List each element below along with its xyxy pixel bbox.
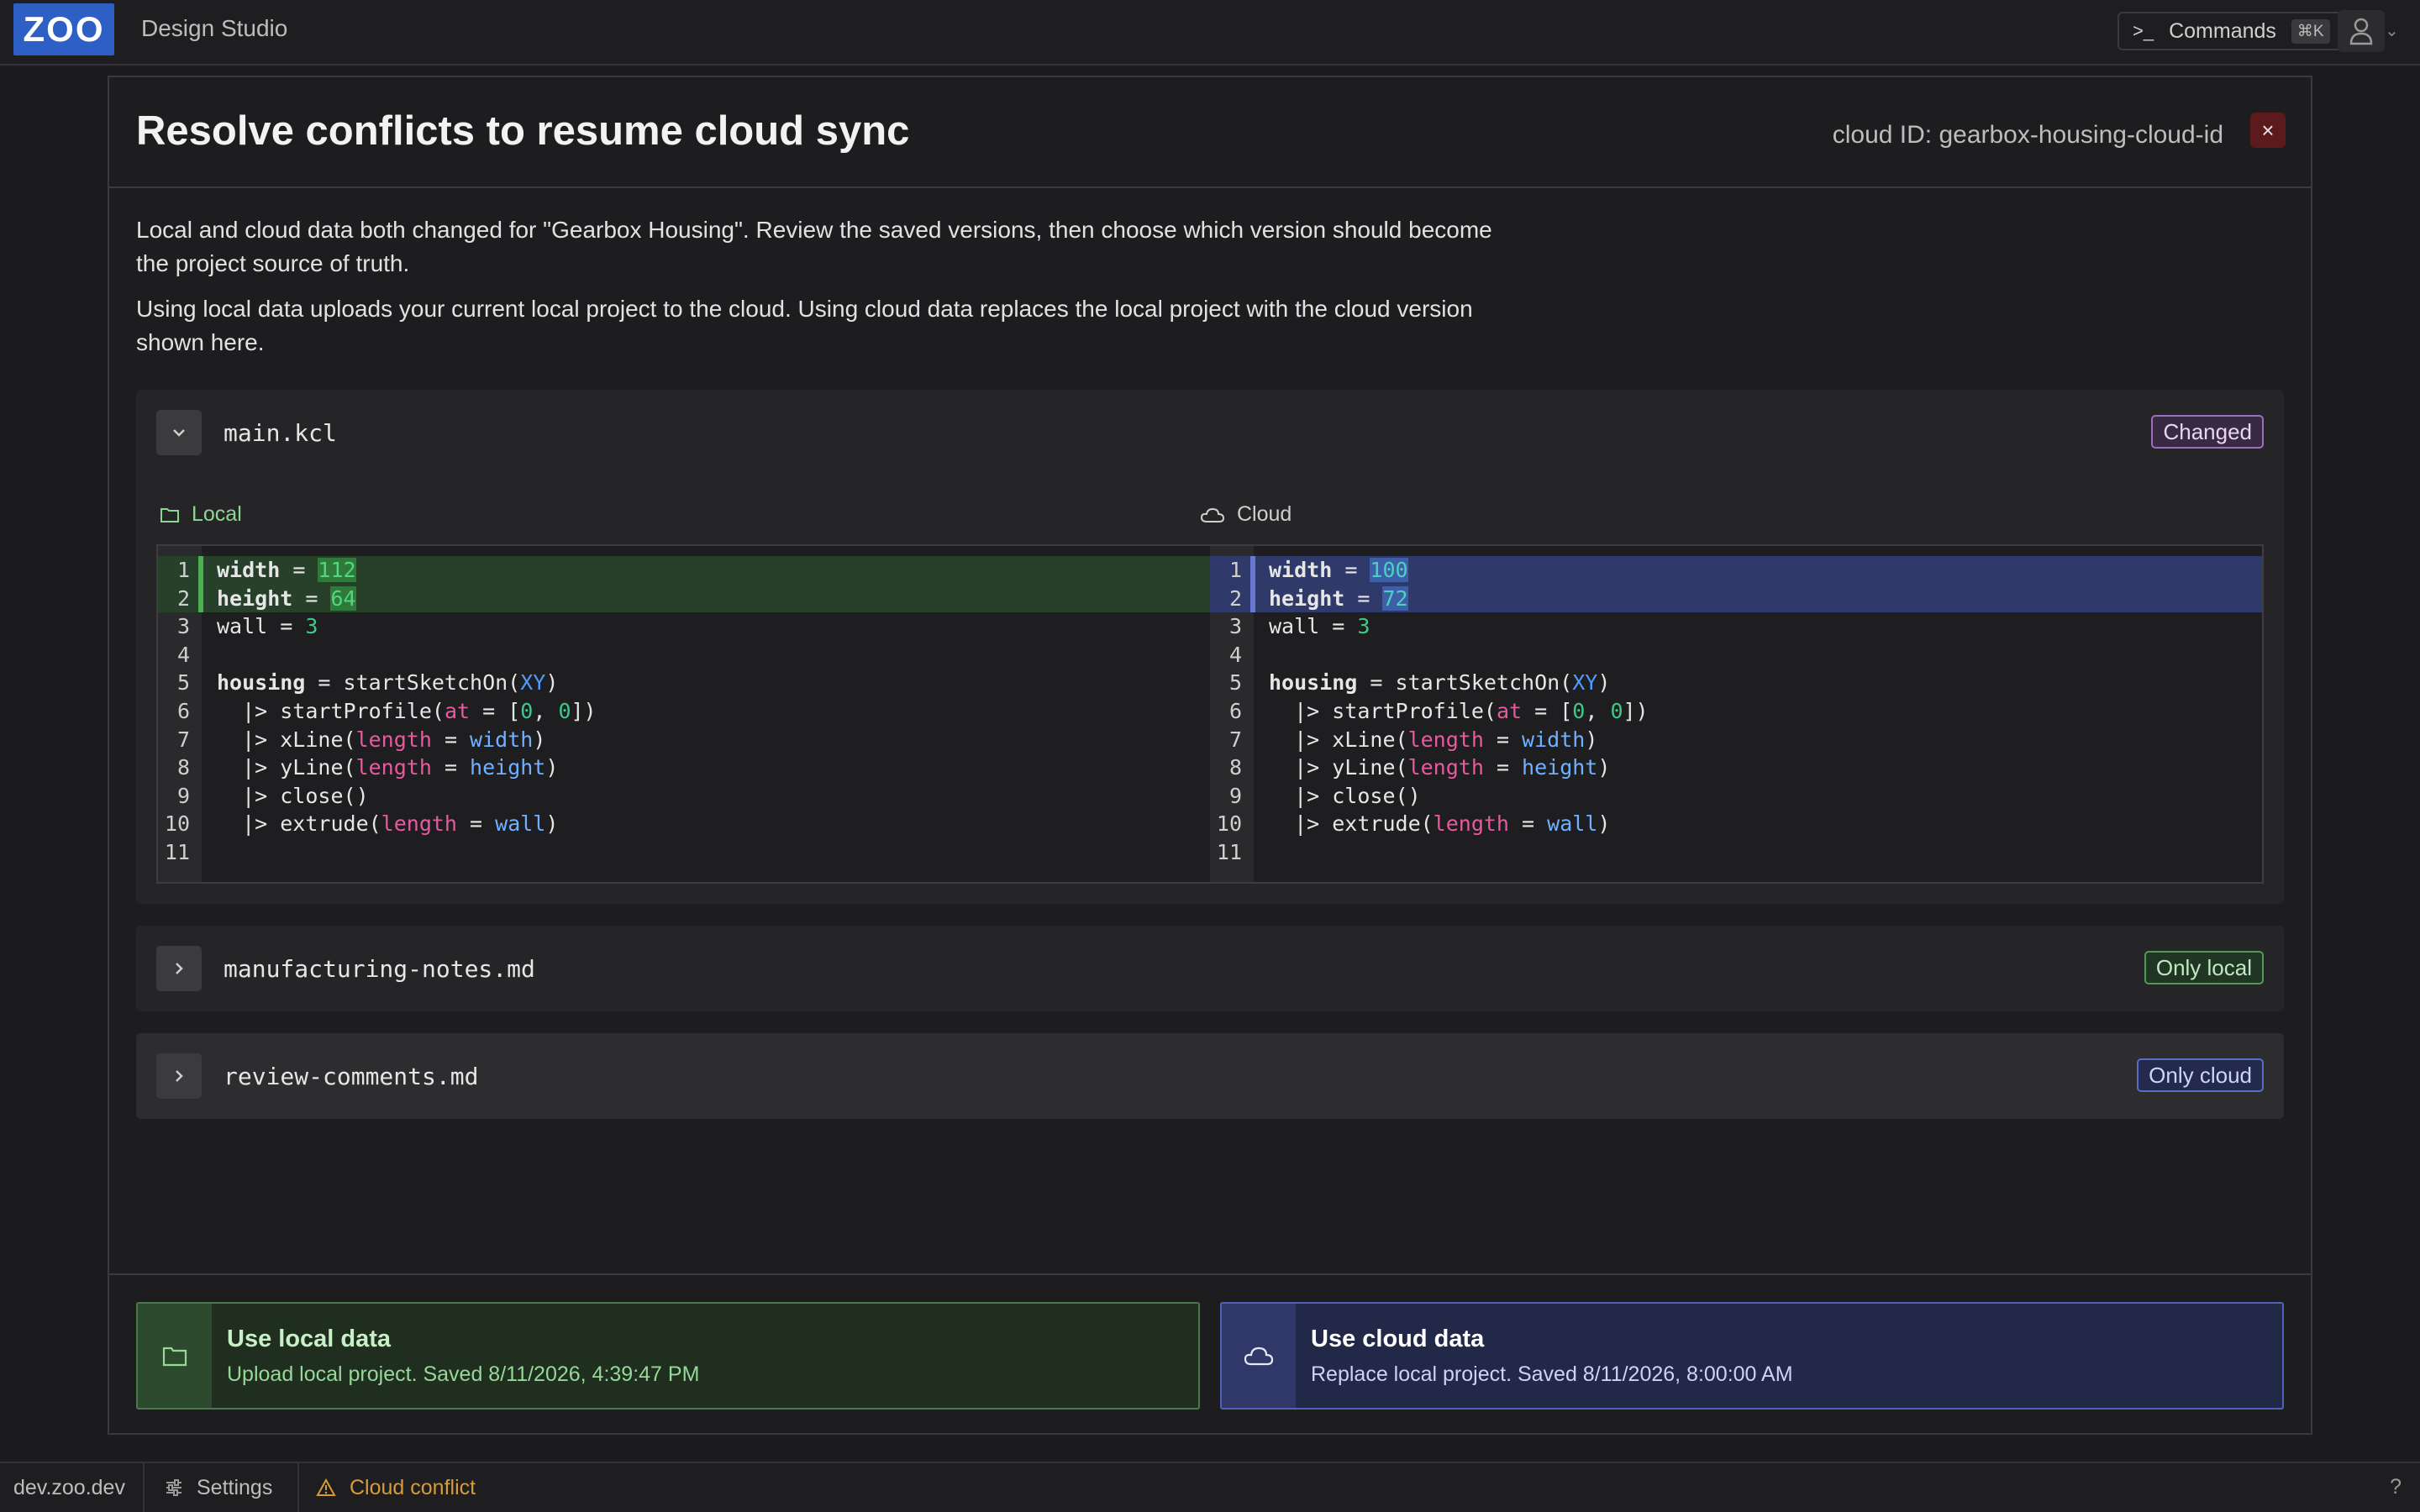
local-width-value: 112 bbox=[318, 558, 356, 582]
code-line: 3 wall = 3 bbox=[1228, 614, 1370, 639]
local-height-value: 64 bbox=[330, 585, 356, 611]
code-line: 7 |> xLine(length = width) bbox=[176, 727, 546, 752]
local-version-label: Local bbox=[160, 502, 242, 527]
code-line: 9 |> close() bbox=[1228, 783, 1421, 808]
resolve-conflicts-dialog: Resolve conflicts to resume cloud sync c… bbox=[108, 76, 2312, 1435]
cloud-width-value: 100 bbox=[1370, 558, 1408, 582]
code-line: 8 |> yLine(length = height) bbox=[176, 755, 559, 780]
use-local-title: Use local data bbox=[227, 1326, 392, 1352]
use-cloud-data-button[interactable]: Use cloud data Replace local project. Sa… bbox=[1220, 1302, 2284, 1410]
expand-toggle-button[interactable] bbox=[156, 946, 202, 991]
cloud-icon bbox=[1200, 507, 1225, 522]
cloud-conflict-indicator[interactable]: Cloud conflict bbox=[316, 1463, 476, 1512]
chevron-down-icon bbox=[173, 429, 185, 437]
cloud-icon bbox=[1244, 1347, 1274, 1366]
status-divider bbox=[297, 1463, 299, 1512]
help-button[interactable]: ? bbox=[2390, 1475, 2402, 1499]
code-line: 5 housing = startSketchOn(XY) bbox=[176, 670, 559, 696]
footer-divider bbox=[109, 1273, 2311, 1275]
status-bar: dev.zoo.dev Settings Cloud conflict ? bbox=[0, 1462, 2420, 1512]
status-badge-changed: Changed bbox=[2151, 415, 2264, 449]
host-link[interactable]: dev.zoo.dev bbox=[13, 1463, 125, 1512]
code-line: 8 |> yLine(length = height) bbox=[1228, 755, 1611, 780]
status-divider bbox=[143, 1463, 145, 1512]
folder-icon bbox=[162, 1347, 187, 1367]
file-name[interactable]: review-comments.md bbox=[224, 1063, 478, 1090]
code-line: 5 housing = startSketchOn(XY) bbox=[1228, 670, 1611, 696]
description-summary: Local and cloud data both changed for "G… bbox=[136, 217, 1492, 276]
zoo-logo[interactable]: ZOO bbox=[13, 3, 114, 55]
file-section-review-comments: review-comments.md Only cloud bbox=[136, 1033, 2284, 1119]
file-name[interactable]: manufacturing-notes.md bbox=[224, 955, 535, 983]
commands-label: Commands bbox=[2169, 18, 2276, 43]
status-badge-only-cloud: Only cloud bbox=[2137, 1058, 2264, 1092]
file-section-manufacturing-notes: manufacturing-notes.md Only local bbox=[136, 926, 2284, 1011]
cloud-code-pane: 1 width = 100 2 height = 72 3 wall = 3 4 5h… bbox=[1210, 546, 2262, 882]
dialog-title: Resolve conflicts to resume cloud sync bbox=[136, 108, 910, 154]
commands-shortcut: ⌘K bbox=[2291, 18, 2330, 44]
code-line: 7 |> xLine(length = width) bbox=[1228, 727, 1598, 752]
code-line: 11 bbox=[164, 839, 190, 864]
terminal-icon: >_ bbox=[2133, 20, 2154, 41]
chevron-right-icon bbox=[176, 963, 183, 974]
sliders-icon bbox=[166, 1479, 182, 1496]
app-title: Design Studio bbox=[141, 15, 288, 41]
cloud-id: cloud ID: gearbox-housing-cloud-id bbox=[1832, 121, 2223, 149]
code-line: 3 wall = 3 bbox=[176, 614, 318, 639]
cloud-label-text: Cloud bbox=[1237, 502, 1292, 526]
use-cloud-subtitle: Replace local project. Saved 8/11/2026, … bbox=[1311, 1362, 1793, 1386]
local-label-text: Local bbox=[192, 502, 242, 526]
file-name[interactable]: main.kcl bbox=[224, 419, 337, 447]
status-badge-only-local: Only local bbox=[2144, 951, 2264, 984]
use-local-data-button[interactable]: Use local data Upload local project. Sav… bbox=[136, 1302, 1200, 1410]
settings-button[interactable]: Settings bbox=[165, 1463, 272, 1512]
code-line: 10 |> extrude(length = wall) bbox=[1216, 811, 1611, 837]
commands-button[interactable]: >_ Commands ⌘K bbox=[2118, 12, 2363, 50]
code-line: 11 bbox=[1216, 839, 1242, 864]
code-line: 2 height = 64 bbox=[158, 584, 1210, 613]
top-bar: ZOO Design Studio >_ Commands ⌘K ⌄ bbox=[0, 0, 2420, 66]
user-menu-button[interactable] bbox=[2338, 10, 2385, 52]
expand-toggle-button[interactable] bbox=[156, 1053, 202, 1099]
code-line: 2 height = 72 bbox=[1210, 584, 2262, 613]
use-cloud-title: Use cloud data bbox=[1311, 1326, 1485, 1352]
local-code-pane: 1 width = 112 2 height = 64 3 wall = 3 4 5h… bbox=[158, 546, 1210, 882]
code-line: 6 |> startProfile(at = [0, 0]) bbox=[1228, 698, 1649, 723]
code-line: 1 width = 100 bbox=[1210, 556, 2262, 585]
code-line: 9 |> close() bbox=[176, 783, 369, 808]
cloud-version-label: Cloud bbox=[1200, 502, 1292, 527]
chevron-down-icon[interactable]: ⌄ bbox=[2385, 20, 2399, 41]
host-label: dev.zoo.dev bbox=[13, 1475, 125, 1499]
collapse-toggle-button[interactable] bbox=[156, 410, 202, 455]
folder-icon bbox=[160, 507, 179, 522]
code-line: 6 |> startProfile(at = [0, 0]) bbox=[176, 698, 597, 723]
description-actions: Using local data uploads your current lo… bbox=[136, 296, 1473, 355]
chevron-right-icon bbox=[176, 1070, 183, 1082]
code-line: 4 bbox=[176, 642, 190, 667]
header-divider bbox=[109, 186, 2311, 188]
settings-label: Settings bbox=[197, 1475, 273, 1499]
cloud-height-value: 72 bbox=[1382, 585, 1408, 611]
close-button[interactable]: × bbox=[2250, 113, 2286, 148]
file-section-main-kcl: main.kcl Changed Local Cloud 1 width = 11… bbox=[136, 390, 2284, 904]
cloud-conflict-label: Cloud conflict bbox=[350, 1475, 476, 1499]
user-icon bbox=[2349, 18, 2373, 45]
code-line: 4 bbox=[1228, 642, 1242, 667]
code-line: 10 |> extrude(length = wall) bbox=[164, 811, 559, 837]
diff-viewer: 1 width = 112 2 height = 64 3 wall = 3 4 5h… bbox=[156, 544, 2264, 884]
code-line: 1 width = 112 bbox=[158, 556, 1210, 585]
warning-icon bbox=[316, 1478, 336, 1496]
use-local-subtitle: Upload local project. Saved 8/11/2026, 4… bbox=[227, 1362, 700, 1386]
